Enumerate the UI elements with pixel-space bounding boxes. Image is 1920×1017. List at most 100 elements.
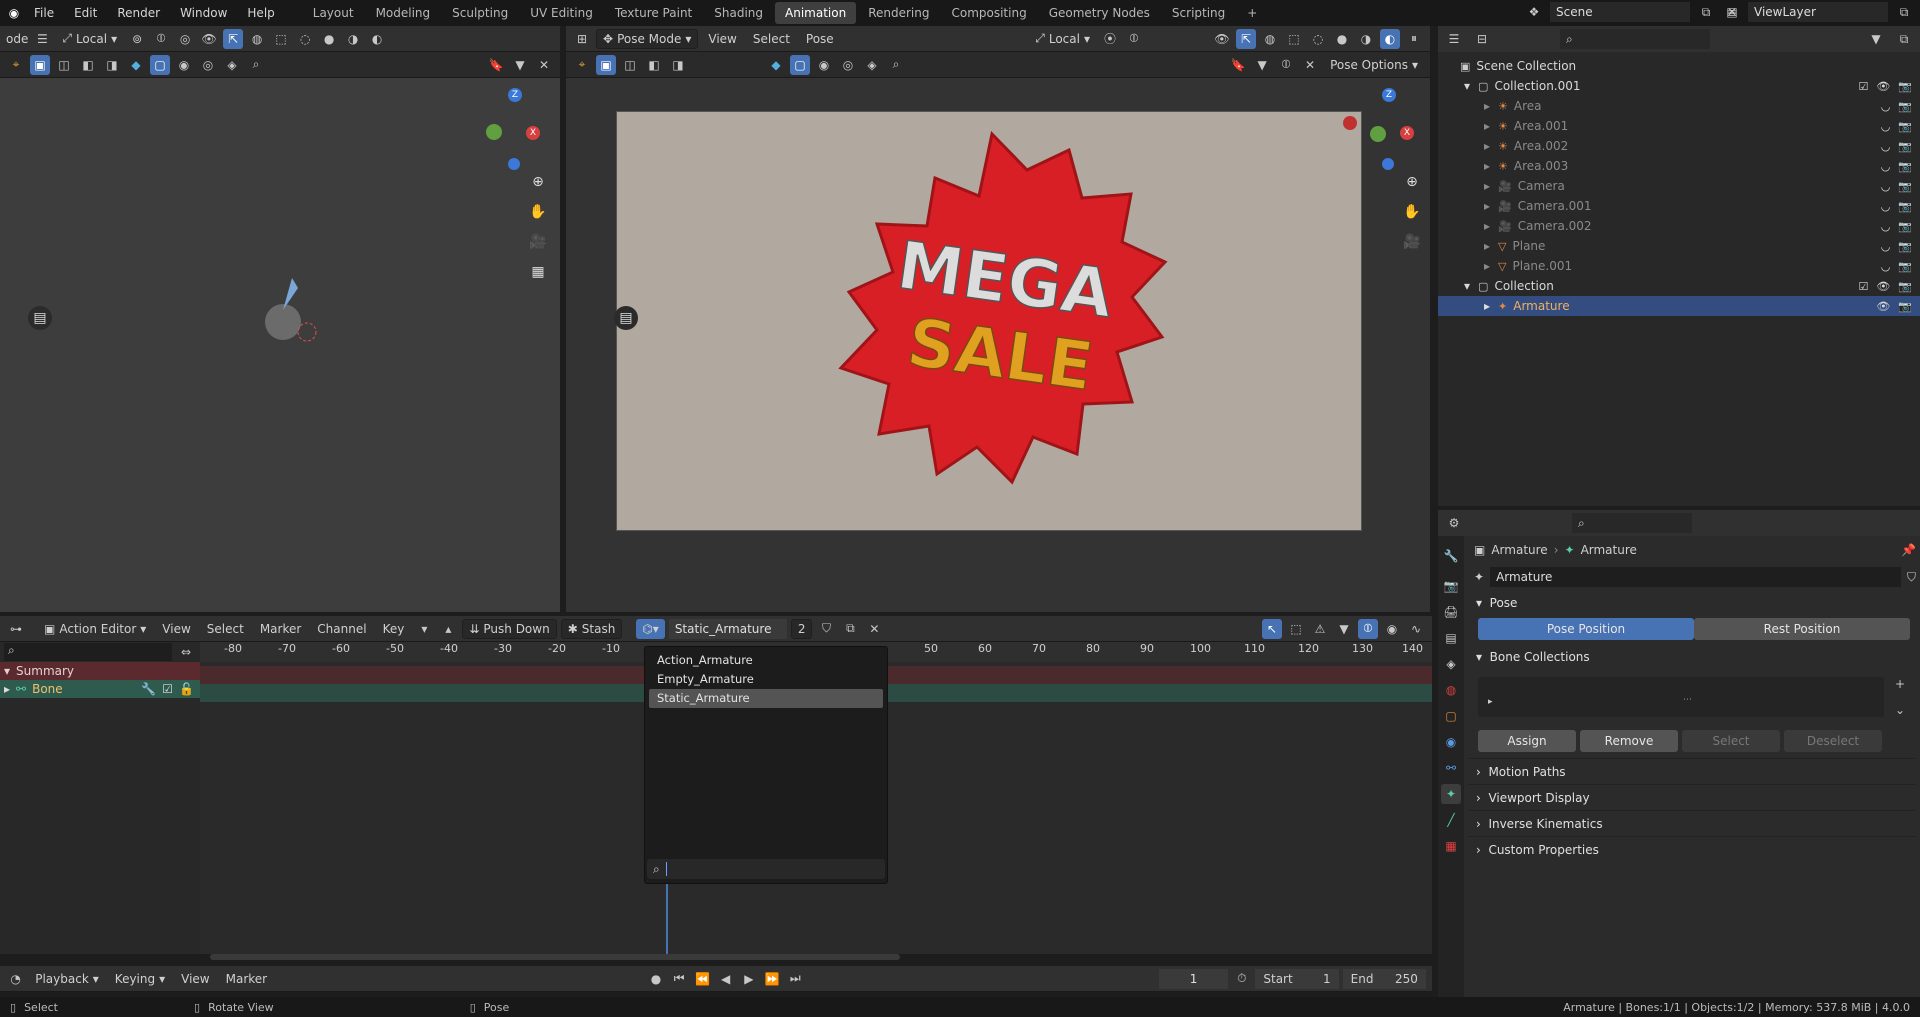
horizontal-scrollbar[interactable]: [210, 954, 900, 960]
eye-closed-icon[interactable]: ◡: [1881, 240, 1891, 253]
expand-arrow-icon[interactable]: ▸: [1484, 99, 1490, 113]
ae-filter-icon[interactable]: ▼: [1334, 619, 1354, 639]
dropdown-item-static-armature[interactable]: Static_Armature: [649, 689, 883, 708]
filter-mesh-icon[interactable]: ◉: [174, 55, 194, 75]
current-frame-field[interactable]: 1: [1158, 968, 1229, 989]
timeline-view-menu[interactable]: View: [175, 969, 215, 989]
expand-arrow-icon[interactable]: ▸: [1484, 159, 1490, 173]
render-icon[interactable]: 📷: [1898, 120, 1912, 133]
camera-bookmark-icon[interactable]: 🔖: [1228, 55, 1248, 75]
pose-mode-dropdown[interactable]: ✥ Pose Mode ▾: [596, 28, 699, 49]
jump-start-icon[interactable]: ⏮: [670, 969, 689, 989]
armature-data-tab-icon[interactable]: ✦: [1441, 784, 1461, 804]
object-tab-icon[interactable]: ▢: [1441, 706, 1461, 726]
bone-lock-icon[interactable]: 🔓: [179, 682, 194, 696]
gizmo-icon[interactable]: ⇱: [223, 28, 244, 49]
camera-select-extend-icon[interactable]: ◫: [620, 55, 640, 75]
navigation-gizmo[interactable]: Z X: [478, 88, 548, 170]
bookmark-icon[interactable]: 🔖: [486, 55, 506, 75]
record-icon[interactable]: ●: [646, 969, 665, 989]
menu-file[interactable]: File: [24, 0, 64, 26]
viewport-display-header[interactable]: › Viewport Display: [1468, 784, 1916, 810]
stash-button[interactable]: ✱ Stash: [560, 618, 623, 639]
tab-geometry-nodes[interactable]: Geometry Nodes: [1039, 2, 1160, 24]
outliner-display-mode-icon[interactable]: ⊟: [1472, 29, 1492, 49]
render-icon[interactable]: 📷: [1898, 160, 1912, 173]
proportional-icon[interactable]: ◎: [175, 29, 195, 49]
camera-filter-light-icon[interactable]: ◎: [838, 55, 858, 75]
camera-filter-icon[interactable]: ▼: [1252, 55, 1272, 75]
eye-closed-icon[interactable]: ◡: [1881, 180, 1891, 193]
camera-rendered-icon[interactable]: ◐: [1380, 28, 1400, 49]
layer-down-icon[interactable]: ▾: [414, 619, 434, 639]
ae-menu-view[interactable]: View: [156, 619, 196, 639]
checkbox-icon[interactable]: ☑: [1858, 280, 1868, 293]
dropdown-item-action-armature[interactable]: Action_Armature: [649, 651, 883, 670]
bone-tab-icon[interactable]: ╱: [1441, 810, 1461, 830]
timeline-editor-icon[interactable]: ◔: [6, 969, 25, 989]
deselect-button[interactable]: Deselect: [1784, 730, 1882, 752]
camera-pivot-icon[interactable]: ⦿: [1100, 29, 1120, 49]
editor-mode-dropdown[interactable]: ▣ Action Editor ▾: [38, 619, 152, 639]
output-tab-icon[interactable]: 🖨: [1441, 602, 1461, 622]
next-keyframe-icon[interactable]: ⏩: [762, 969, 781, 989]
pose-position-button[interactable]: Pose Position: [1478, 618, 1694, 640]
camera-toolbar-toggle-icon[interactable]: ▤: [614, 306, 638, 330]
channel-search-input[interactable]: ⌕: [4, 643, 172, 661]
play-reverse-icon[interactable]: ◀: [716, 969, 735, 989]
collection-menu-icon[interactable]: ⌄: [1890, 700, 1910, 720]
ae-snap-icon[interactable]: ⦶: [1358, 618, 1378, 639]
viewport-menu-pose[interactable]: Pose: [800, 29, 840, 49]
view-layer-field[interactable]: ViewLayer: [1748, 2, 1888, 22]
filter-light-icon[interactable]: ◎: [198, 55, 218, 75]
camera-xray-icon[interactable]: ⬚: [1284, 29, 1304, 49]
camera-navigation-gizmo[interactable]: Z X: [1368, 88, 1428, 170]
remove-button[interactable]: Remove: [1580, 730, 1678, 752]
tool-icon[interactable]: ⌖: [6, 55, 26, 75]
bone-mute-checkbox-icon[interactable]: ☑: [162, 682, 173, 696]
scene-tab-icon[interactable]: ◈: [1441, 654, 1461, 674]
material-shading-icon[interactable]: ◑: [343, 29, 363, 49]
rest-position-button[interactable]: Rest Position: [1694, 618, 1910, 640]
view-layer-tab-icon[interactable]: ▤: [1441, 628, 1461, 648]
jump-end-icon[interactable]: ⏭: [786, 969, 805, 989]
render-icon[interactable]: 📷: [1898, 80, 1912, 93]
timeline-marker-menu[interactable]: Marker: [220, 969, 273, 989]
camera-keying-icon[interactable]: ◆: [766, 55, 786, 75]
tab-texture-paint[interactable]: Texture Paint: [605, 2, 702, 24]
eye-icon[interactable]: 👁: [1876, 80, 1890, 93]
keying-set-icon[interactable]: ◆: [126, 55, 146, 75]
y-axis-icon[interactable]: [486, 124, 502, 140]
menu-window[interactable]: Window: [170, 0, 237, 26]
tab-modeling[interactable]: Modeling: [366, 2, 441, 24]
properties-search-input[interactable]: ⌕: [1572, 513, 1692, 533]
render-icon[interactable]: 📷: [1898, 140, 1912, 153]
action-editor-type-icon[interactable]: ⊶: [6, 619, 26, 639]
eye-closed-icon[interactable]: ◡: [1881, 120, 1891, 133]
camera-wireframe-icon[interactable]: ◌: [1308, 29, 1328, 49]
tab-sculpting[interactable]: Sculpting: [442, 2, 518, 24]
editor-type-icon[interactable]: ⊞: [572, 29, 592, 49]
solid-shading-icon[interactable]: ●: [319, 29, 339, 49]
camera-toggle-icon[interactable]: 🎥: [1400, 230, 1424, 254]
prev-keyframe-icon[interactable]: ⏪: [693, 969, 712, 989]
select-button[interactable]: Select: [1682, 730, 1780, 752]
render-icon[interactable]: 📷: [1898, 260, 1912, 273]
camera-select-invert-icon[interactable]: ◨: [668, 55, 688, 75]
camera-filter-camera-icon[interactable]: ◈: [862, 55, 882, 75]
pan-hand-icon[interactable]: ✋: [526, 200, 550, 224]
outliner-item[interactable]: ▸ 🎥 Camera ◡ 📷: [1438, 176, 1920, 196]
collection-row[interactable]: ▾ ▢ Collection.001 ☑ 👁 📷: [1438, 76, 1920, 96]
neg-z-axis-icon[interactable]: [508, 158, 520, 170]
outliner-item[interactable]: ▸ ▽ Plane.001 ◡ 📷: [1438, 256, 1920, 276]
snap-icon[interactable]: ⦶: [151, 29, 171, 49]
unlink-action-icon[interactable]: ✕: [864, 619, 884, 639]
camera-search-icon[interactable]: ⌕: [886, 55, 906, 75]
outliner-item[interactable]: ▸ ☀ Area.003 ◡ 📷: [1438, 156, 1920, 176]
camera-z-axis-icon[interactable]: Z: [1382, 88, 1396, 102]
zoom-icon[interactable]: ⊕: [526, 170, 550, 194]
render-tab-icon[interactable]: 📷: [1441, 576, 1461, 596]
collection-row[interactable]: ▾ ▢ Collection ☑ 👁 📷: [1438, 276, 1920, 296]
mode-dropdown[interactable]: ode: [6, 32, 28, 46]
camera-filter-mesh-icon[interactable]: ◉: [814, 55, 834, 75]
